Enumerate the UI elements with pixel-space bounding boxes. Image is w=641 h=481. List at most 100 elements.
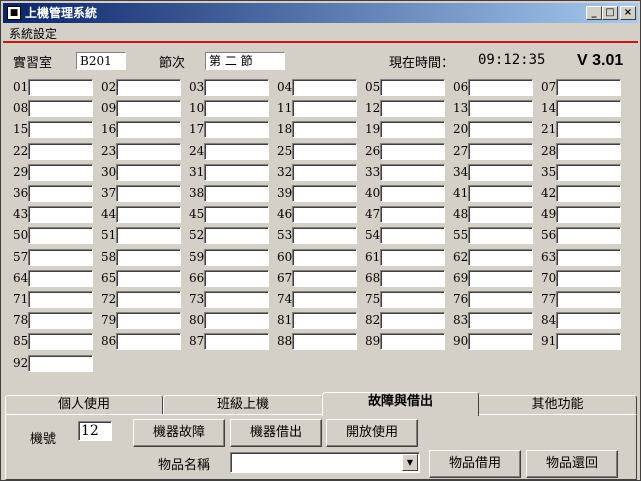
machine-status-field[interactable] (28, 121, 93, 138)
chevron-down-icon[interactable]: ▼ (402, 454, 418, 471)
machine-status-field[interactable] (380, 164, 445, 181)
machine-status-field[interactable] (204, 333, 269, 350)
machine-status-field[interactable] (468, 206, 533, 223)
machine-status-field[interactable] (116, 143, 181, 160)
machine-status-field[interactable] (292, 206, 357, 223)
item-return-button[interactable]: 物品還回 (526, 450, 618, 478)
machine-status-field[interactable] (28, 249, 93, 266)
machine-status-field[interactable] (380, 312, 445, 329)
close-button[interactable]: × (620, 6, 636, 20)
machine-status-field[interactable] (28, 164, 93, 181)
machine-status-field[interactable] (468, 79, 533, 96)
machine-status-field[interactable] (556, 121, 621, 138)
machine-status-field[interactable] (116, 185, 181, 202)
machine-status-field[interactable] (556, 185, 621, 202)
machine-status-field[interactable] (380, 333, 445, 350)
machine-status-field[interactable] (556, 79, 621, 96)
item-name-combo[interactable]: ▼ (230, 452, 420, 473)
machine-status-field[interactable] (380, 206, 445, 223)
machine-status-field[interactable] (468, 249, 533, 266)
machine-status-field[interactable] (204, 312, 269, 329)
machine-status-field[interactable] (204, 249, 269, 266)
machine-status-field[interactable] (380, 143, 445, 160)
machine-status-field[interactable] (204, 270, 269, 287)
machine-status-field[interactable] (556, 270, 621, 287)
machine-status-field[interactable] (116, 121, 181, 138)
maximize-button[interactable]: □ (602, 6, 618, 20)
machine-status-field[interactable] (28, 206, 93, 223)
machine-status-field[interactable] (468, 164, 533, 181)
title-bar[interactable]: ■ 上機管理系統 _ □ × (3, 3, 638, 23)
machine-status-field[interactable] (468, 185, 533, 202)
machine-status-field[interactable] (380, 270, 445, 287)
machine-status-field[interactable] (292, 185, 357, 202)
machine-fault-button[interactable]: 機器故障 (133, 419, 225, 447)
machine-status-field[interactable] (116, 333, 181, 350)
machine-status-field[interactable] (116, 206, 181, 223)
machine-status-field[interactable] (292, 143, 357, 160)
tab-fault-lend[interactable]: 故障與借出 (322, 392, 479, 416)
minimize-button[interactable]: _ (586, 6, 602, 20)
machine-status-field[interactable] (116, 227, 181, 244)
machine-status-field[interactable] (292, 249, 357, 266)
machine-status-field[interactable] (380, 79, 445, 96)
machine-status-field[interactable] (204, 206, 269, 223)
machine-status-field[interactable] (28, 355, 93, 372)
machine-status-field[interactable] (556, 291, 621, 308)
machine-status-field[interactable] (380, 121, 445, 138)
machine-status-field[interactable] (380, 100, 445, 117)
machine-status-field[interactable] (468, 100, 533, 117)
machine-status-field[interactable] (468, 227, 533, 244)
machine-status-field[interactable] (28, 100, 93, 117)
machine-status-field[interactable] (556, 100, 621, 117)
machine-status-field[interactable] (292, 121, 357, 138)
machine-status-field[interactable] (116, 249, 181, 266)
machine-status-field[interactable] (292, 227, 357, 244)
machine-status-field[interactable] (468, 333, 533, 350)
machine-status-field[interactable] (468, 121, 533, 138)
open-use-button[interactable]: 開放使用 (326, 419, 418, 447)
machine-status-field[interactable] (468, 312, 533, 329)
tab-personal[interactable]: 個人使用 (5, 395, 163, 415)
machine-status-field[interactable] (116, 312, 181, 329)
menu-settings[interactable]: 系統設定 (9, 25, 57, 42)
machine-status-field[interactable] (556, 206, 621, 223)
machine-status-field[interactable] (116, 270, 181, 287)
machine-status-field[interactable] (380, 227, 445, 244)
machine-status-field[interactable] (204, 227, 269, 244)
machine-status-field[interactable] (28, 143, 93, 160)
machine-status-field[interactable] (468, 143, 533, 160)
machine-status-field[interactable] (28, 291, 93, 308)
machine-status-field[interactable] (380, 249, 445, 266)
machine-status-field[interactable] (556, 227, 621, 244)
machine-status-field[interactable] (556, 333, 621, 350)
machine-status-field[interactable] (204, 121, 269, 138)
machine-status-field[interactable] (204, 291, 269, 308)
machine-status-field[interactable] (204, 100, 269, 117)
machine-status-field[interactable] (556, 312, 621, 329)
machine-status-field[interactable] (28, 333, 93, 350)
machine-status-field[interactable] (468, 291, 533, 308)
tab-other[interactable]: 其他功能 (478, 395, 637, 415)
machine-status-field[interactable] (28, 227, 93, 244)
machine-status-field[interactable] (380, 291, 445, 308)
machine-status-field[interactable] (204, 164, 269, 181)
machine-status-field[interactable] (204, 185, 269, 202)
machine-status-field[interactable] (292, 270, 357, 287)
machine-status-field[interactable] (292, 312, 357, 329)
machine-status-field[interactable] (116, 100, 181, 117)
machine-status-field[interactable] (28, 270, 93, 287)
machine-status-field[interactable] (28, 312, 93, 329)
machine-status-field[interactable] (468, 270, 533, 287)
machine-status-field[interactable] (556, 164, 621, 181)
machine-status-field[interactable] (380, 185, 445, 202)
machine-status-field[interactable] (116, 79, 181, 96)
machine-status-field[interactable] (556, 143, 621, 160)
machine-status-field[interactable] (116, 291, 181, 308)
machine-status-field[interactable] (292, 79, 357, 96)
machine-status-field[interactable] (28, 79, 93, 96)
period-field[interactable]: 第 二 節 (205, 52, 285, 70)
machine-status-field[interactable] (28, 185, 93, 202)
machine-status-field[interactable] (204, 143, 269, 160)
machine-status-field[interactable] (292, 291, 357, 308)
